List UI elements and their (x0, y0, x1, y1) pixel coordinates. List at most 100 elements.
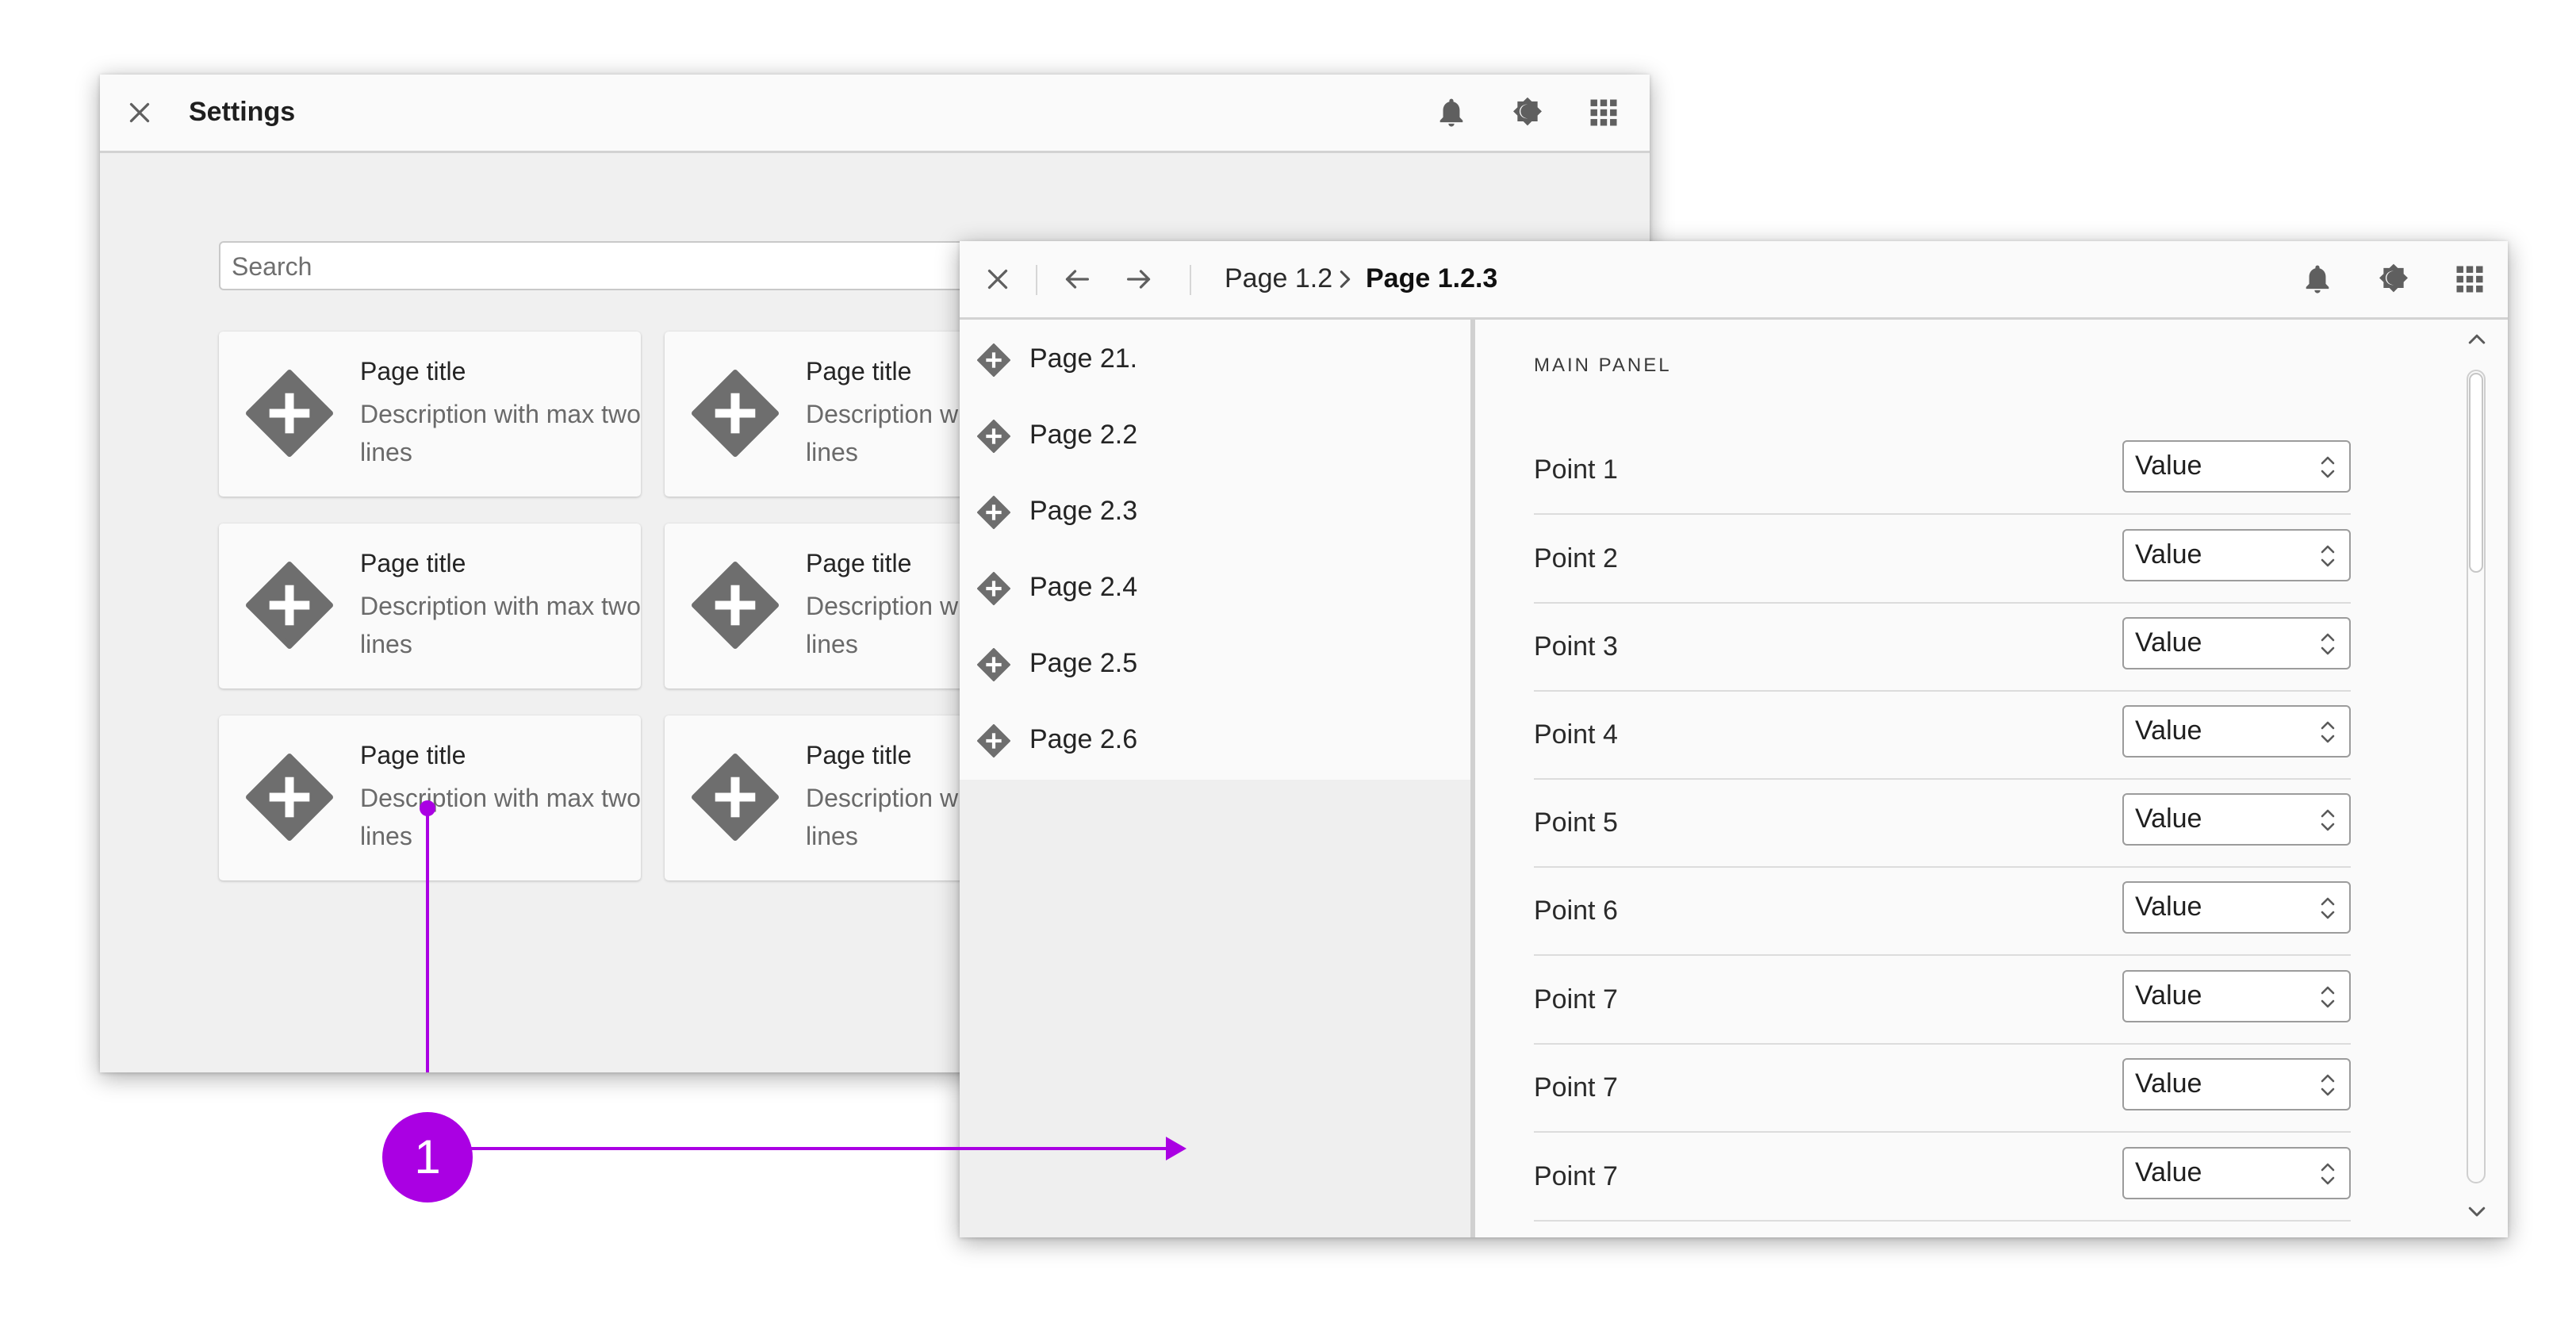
nav-item-label: Page 2.3 (1029, 496, 1138, 526)
annotation-badge: 1 (382, 1112, 473, 1203)
select-value: Value (2135, 980, 2202, 1011)
add-diamond-icon (246, 754, 333, 841)
value-select[interactable]: Value (2122, 970, 2351, 1022)
main-panel: MAIN PANEL Point 1 Value Point 2 Value P… (1475, 320, 2508, 1237)
nav-item-label: Page 2.6 (1029, 724, 1138, 754)
select-value: Value (2135, 715, 2202, 746)
add-diamond-icon (977, 343, 1010, 377)
up-down-chevron-icon (2319, 630, 2336, 658)
nav-item[interactable]: Page 2.2 (960, 397, 1470, 474)
detail-window: Page 1.2 Page 1.2.3 Page 21. Page 2.2 Pa… (960, 241, 2508, 1237)
up-down-chevron-icon (2319, 983, 2336, 1011)
property-label: Point 6 (1534, 896, 1618, 926)
property-row: Point 7 Value (1534, 1131, 2351, 1222)
scrollbar-thumb[interactable] (2469, 373, 2483, 573)
page-card[interactable]: Page title Description with max two line… (219, 715, 641, 880)
nav-item[interactable]: Page 21. (960, 321, 1470, 397)
theme-toggle-icon[interactable] (2376, 262, 2411, 297)
card-title: Page title (360, 741, 466, 769)
up-down-chevron-icon (2319, 1160, 2336, 1188)
up-down-chevron-icon (2319, 453, 2336, 481)
close-icon[interactable] (125, 98, 154, 127)
nav-item-label: Page 2.2 (1029, 420, 1138, 450)
nav-item[interactable]: Page 2.4 (960, 550, 1470, 626)
add-diamond-icon (692, 370, 779, 457)
add-diamond-icon (692, 562, 779, 649)
property-label: Point 3 (1534, 631, 1618, 662)
property-row: Point 3 Value (1534, 601, 2351, 692)
settings-header: Settings (100, 75, 1650, 153)
main-panel-title: MAIN PANEL (1534, 355, 1672, 376)
card-description: Description with max two lines (360, 784, 641, 850)
value-select[interactable]: Value (2122, 617, 2351, 669)
property-label: Point 5 (1534, 807, 1618, 838)
annotation-arrowhead (1166, 1137, 1186, 1160)
property-label: Point 7 (1534, 1161, 1618, 1191)
navigation-list: Page 21. Page 2.2 Page 2.3 Page 2.4 Page… (960, 320, 1470, 780)
property-label: Point 2 (1534, 543, 1618, 573)
search-placeholder: Search (232, 252, 312, 281)
value-select[interactable]: Value (2122, 881, 2351, 934)
add-diamond-icon (977, 724, 1010, 758)
value-select[interactable]: Value (2122, 1147, 2351, 1199)
up-down-chevron-icon (2319, 806, 2336, 834)
page-card[interactable]: Page title Description with max two line… (219, 332, 641, 497)
value-select[interactable]: Value (2122, 440, 2351, 493)
header-divider (1036, 265, 1037, 295)
property-row: Point 7 Value (1534, 954, 2351, 1045)
card-title: Page title (360, 549, 466, 577)
nav-item[interactable]: Page 2.3 (960, 474, 1470, 550)
card-title: Page title (806, 741, 912, 769)
card-description: Description with max two lines (360, 400, 641, 466)
property-row: Point 6 Value (1534, 865, 2351, 956)
forward-arrow-icon[interactable] (1123, 263, 1155, 295)
nav-item[interactable]: Page 2.6 (960, 702, 1470, 778)
value-select[interactable]: Value (2122, 705, 2351, 758)
select-value: Value (2135, 892, 2202, 922)
bell-icon[interactable] (2300, 262, 2335, 297)
page-card[interactable]: Page title Description with max two line… (219, 524, 641, 689)
select-value: Value (2135, 1157, 2202, 1187)
property-label: Point 7 (1534, 984, 1618, 1015)
card-title: Page title (360, 357, 466, 385)
add-diamond-icon (692, 754, 779, 841)
property-row: Point 7 Value (1534, 1042, 2351, 1133)
breadcrumb-parent[interactable]: Page 1.2 (1225, 263, 1332, 294)
bell-icon[interactable] (1434, 95, 1469, 130)
annotation-anchor-dot (420, 800, 435, 816)
value-select[interactable]: Value (2122, 1058, 2351, 1110)
breadcrumb-current: Page 1.2.3 (1366, 263, 1498, 293)
settings-title: Settings (189, 97, 296, 127)
header-divider (1190, 265, 1191, 295)
up-down-chevron-icon (2319, 542, 2336, 570)
nav-item[interactable]: Page 2.5 (960, 626, 1470, 702)
property-label: Point 1 (1534, 455, 1618, 485)
theme-toggle-icon[interactable] (1510, 95, 1545, 130)
value-select[interactable]: Value (2122, 529, 2351, 581)
add-diamond-icon (977, 648, 1010, 681)
scroll-up-icon[interactable] (2465, 327, 2489, 351)
annotation-connector-vertical (426, 809, 429, 1072)
breadcrumb-chevron-icon (1334, 268, 1356, 290)
add-diamond-icon (977, 572, 1010, 605)
apps-grid-icon[interactable] (1586, 95, 1621, 130)
select-value: Value (2135, 627, 2202, 658)
nav-item-label: Page 21. (1029, 343, 1138, 374)
up-down-chevron-icon (2319, 1071, 2336, 1099)
select-value: Value (2135, 804, 2202, 834)
up-down-chevron-icon (2319, 894, 2336, 922)
property-row: Point 1 Value (1534, 424, 2351, 515)
back-arrow-icon[interactable] (1061, 263, 1093, 295)
value-select[interactable]: Value (2122, 793, 2351, 846)
add-diamond-icon (246, 370, 333, 457)
add-diamond-icon (977, 496, 1010, 529)
close-icon[interactable] (983, 265, 1012, 293)
card-title: Page title (806, 357, 912, 385)
add-diamond-icon (246, 562, 333, 649)
property-row: Point 2 Value (1534, 513, 2351, 604)
apps-grid-icon[interactable] (2452, 262, 2487, 297)
up-down-chevron-icon (2319, 718, 2336, 746)
select-value: Value (2135, 451, 2202, 481)
scroll-down-icon[interactable] (2465, 1199, 2489, 1223)
select-value: Value (2135, 1068, 2202, 1099)
